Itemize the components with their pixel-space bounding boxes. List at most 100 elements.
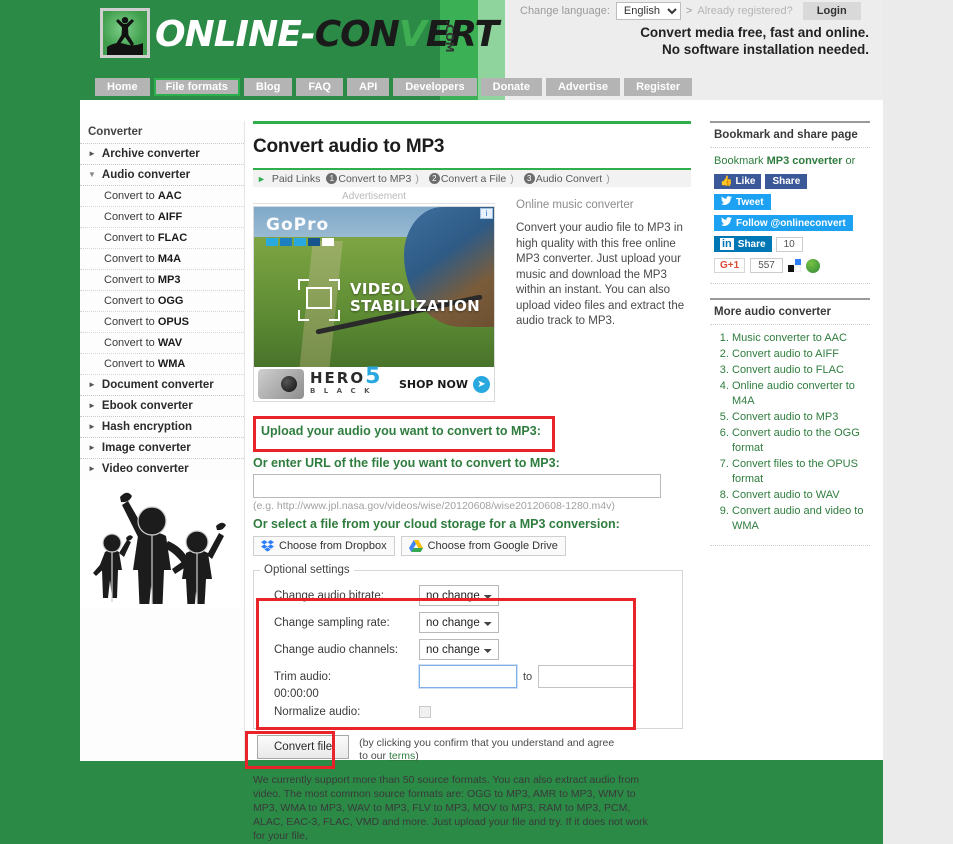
bookmark-share-card: Bookmark and share page Bookmark MP3 con… bbox=[710, 121, 870, 284]
google-plus-one-button[interactable]: G+1 bbox=[714, 258, 746, 273]
setting-select-change-audio-bitrate[interactable]: no change bbox=[419, 585, 499, 606]
more-converter-item[interactable]: Convert files to the OPUS format bbox=[732, 457, 866, 487]
paid-link-2[interactable]: 2 Convert a File) bbox=[428, 173, 514, 185]
sidebar-item-convert-to-flac[interactable]: Convert to FLAC bbox=[80, 228, 244, 249]
top-green-rule bbox=[253, 121, 691, 124]
facebook-row: 👍 Like Share bbox=[714, 174, 866, 189]
twitter-tweet-button[interactable]: Tweet bbox=[714, 194, 771, 210]
nav-item-developers[interactable]: Developers bbox=[393, 78, 477, 96]
sidebar-group-label: Image converter bbox=[101, 442, 191, 454]
sidebar-item-convert-to-aac[interactable]: Convert to AAC bbox=[80, 186, 244, 207]
sidebar-item-convert-to-m4a[interactable]: Convert to M4A bbox=[80, 249, 244, 270]
more-converter-item[interactable]: Convert audio and video to WMA bbox=[732, 504, 866, 534]
nav-item-donate[interactable]: Donate bbox=[480, 78, 542, 96]
chevron-right-icon: ► bbox=[88, 422, 96, 431]
paid-link-badge: 3 bbox=[523, 173, 535, 184]
choose-from-dropbox-button[interactable]: Choose from Dropbox bbox=[253, 536, 395, 556]
adchoices-icon[interactable]: i bbox=[480, 208, 493, 219]
logo-ert: ERT bbox=[425, 14, 499, 55]
more-converter-item[interactable]: Music converter to AAC bbox=[732, 331, 866, 346]
nav-item-blog[interactable]: Blog bbox=[243, 78, 293, 96]
intro-body: Convert your audio file to MP3 in high q… bbox=[516, 222, 685, 327]
language-select[interactable]: English bbox=[615, 2, 681, 20]
nav-item-advertise[interactable]: Advertise bbox=[545, 78, 621, 96]
sidebar-group-document-converter[interactable]: ► Document converter bbox=[80, 375, 244, 396]
paid-link-label: Convert to MP3 bbox=[338, 172, 412, 185]
sidebar-item-prefix: Convert to bbox=[104, 274, 158, 286]
more-converter-item[interactable]: Convert audio to FLAC bbox=[732, 363, 866, 378]
paid-link-paren: ) bbox=[415, 172, 419, 185]
sidebar-item-prefix: Convert to bbox=[104, 232, 158, 244]
sidebar-group-audio-converter[interactable]: ▼ Audio converter bbox=[80, 165, 244, 186]
sidebar-group-archive-converter[interactable]: ► Archive converter bbox=[80, 144, 244, 165]
terms-link[interactable]: terms bbox=[389, 750, 415, 762]
nav-item-faq[interactable]: FAQ bbox=[296, 78, 343, 96]
login-button[interactable]: Login bbox=[802, 2, 861, 20]
chevron-down-icon: ▼ bbox=[88, 170, 96, 179]
facebook-like-label: Like bbox=[735, 176, 756, 187]
sidebar-group-image-converter[interactable]: ► Image converter bbox=[80, 438, 244, 459]
normalize-audio-checkbox[interactable] bbox=[419, 706, 431, 718]
paid-links-bar: ► Paid Links 1 Convert to MP3) 2 Convert a … bbox=[253, 168, 691, 187]
more-converter-item[interactable]: Convert audio to AIFF bbox=[732, 347, 866, 362]
gopro-logo: GoPro bbox=[266, 215, 334, 246]
linkedin-share-button[interactable]: in Share bbox=[714, 236, 772, 252]
more-converter-item[interactable]: Convert audio to WAV bbox=[732, 488, 866, 503]
linkedin-share-count: 10 bbox=[775, 236, 803, 252]
bookmark-card-title: Bookmark and share page bbox=[710, 121, 870, 148]
sidebar-item-convert-to-wma[interactable]: Convert to WMA bbox=[80, 354, 244, 375]
choose-from-google-drive-button[interactable]: Choose from Google Drive bbox=[400, 536, 566, 556]
trim-end-input[interactable] bbox=[538, 665, 637, 688]
sidebar-group-video-converter[interactable]: ► Video converter bbox=[80, 459, 244, 480]
more-converter-item[interactable]: Convert audio to MP3 bbox=[732, 410, 866, 425]
trim-timecode: 00:00:00 bbox=[274, 688, 319, 700]
sidebar-group-ebook-converter[interactable]: ► Ebook converter bbox=[80, 396, 244, 417]
nav-item-register[interactable]: Register bbox=[624, 78, 693, 96]
linkedin-share-label: Share bbox=[737, 238, 766, 250]
facebook-like-button[interactable]: 👍 Like bbox=[714, 174, 762, 189]
sidebar-item-prefix: Convert to bbox=[104, 211, 158, 223]
terms-line-1: (by clicking you confirm that you unders… bbox=[359, 737, 615, 749]
sidebar-item-convert-to-mp3[interactable]: Convert to MP3 bbox=[80, 270, 244, 291]
trim-audio-row: Trim audio: to bbox=[254, 663, 682, 690]
stumbleupon-icon[interactable] bbox=[805, 258, 820, 273]
gdrive-button-label: Choose from Google Drive bbox=[427, 540, 558, 552]
stabilization-frame-icon bbox=[298, 279, 340, 321]
facebook-share-button[interactable]: Share bbox=[765, 174, 808, 189]
sidebar-item-prefix: Convert to bbox=[104, 316, 158, 328]
sidebar-item-convert-to-ogg[interactable]: Convert to OGG bbox=[80, 291, 244, 312]
sidebar-item-convert-to-opus[interactable]: Convert to OPUS bbox=[80, 312, 244, 333]
paid-link-3[interactable]: 3 Audio Convert) bbox=[523, 172, 610, 185]
sidebar-item-format: AIFF bbox=[157, 211, 183, 223]
nav-item-file-formats[interactable]: File formats bbox=[153, 78, 240, 96]
setting-select-change-audio-channels[interactable]: no change bbox=[419, 639, 499, 660]
dropbox-button-label: Choose from Dropbox bbox=[279, 540, 387, 552]
paid-links-label: Paid Links bbox=[271, 172, 321, 185]
url-hint: (e.g. http://www.jpl.nasa.gov/videos/wis… bbox=[253, 500, 615, 512]
addthis-icon[interactable] bbox=[787, 259, 802, 273]
paid-link-1[interactable]: 1 Convert to MP3) bbox=[326, 172, 419, 185]
terms-pre: to our bbox=[359, 750, 389, 762]
thumbs-up-icon: 👍 bbox=[720, 176, 733, 187]
paid-link-label: Audio Convert bbox=[535, 172, 603, 185]
advertisement-banner[interactable]: GoPro VIDEO STABILIZATION HERO5 B L A C … bbox=[253, 206, 495, 402]
logo-online: ONLINE- bbox=[155, 14, 316, 55]
sidebar-item-format: OGG bbox=[157, 295, 184, 307]
trim-start-input[interactable] bbox=[418, 664, 518, 689]
language-go-arrow[interactable]: > bbox=[686, 5, 692, 17]
more-converter-item[interactable]: Convert audio to the OGG format bbox=[732, 426, 866, 456]
setting-select-change-sampling-rate[interactable]: no change bbox=[419, 612, 499, 633]
nav-item-api[interactable]: API bbox=[347, 78, 390, 96]
sidebar-item-convert-to-aiff[interactable]: Convert to AIFF bbox=[80, 207, 244, 228]
more-converter-item[interactable]: Online audio converter to M4A bbox=[732, 379, 866, 409]
ad-shop-now-button[interactable]: SHOP NOW ➤ bbox=[399, 375, 490, 393]
sidebar-group-hash-encryption[interactable]: ► Hash encryption bbox=[80, 417, 244, 438]
optional-settings-fieldset: Optional settings Change audio bitrate: n… bbox=[253, 564, 683, 730]
logo-icon[interactable] bbox=[100, 8, 150, 58]
nav-item-home[interactable]: Home bbox=[95, 78, 150, 96]
twitter-follow-button[interactable]: Follow @onlineconvert bbox=[714, 215, 853, 231]
terms-note: (by clicking you confirm that you unders… bbox=[359, 737, 614, 763]
url-input[interactable] bbox=[253, 474, 661, 498]
bookmark-link[interactable]: MP3 converter bbox=[767, 155, 843, 167]
sidebar-item-convert-to-wav[interactable]: Convert to WAV bbox=[80, 333, 244, 354]
